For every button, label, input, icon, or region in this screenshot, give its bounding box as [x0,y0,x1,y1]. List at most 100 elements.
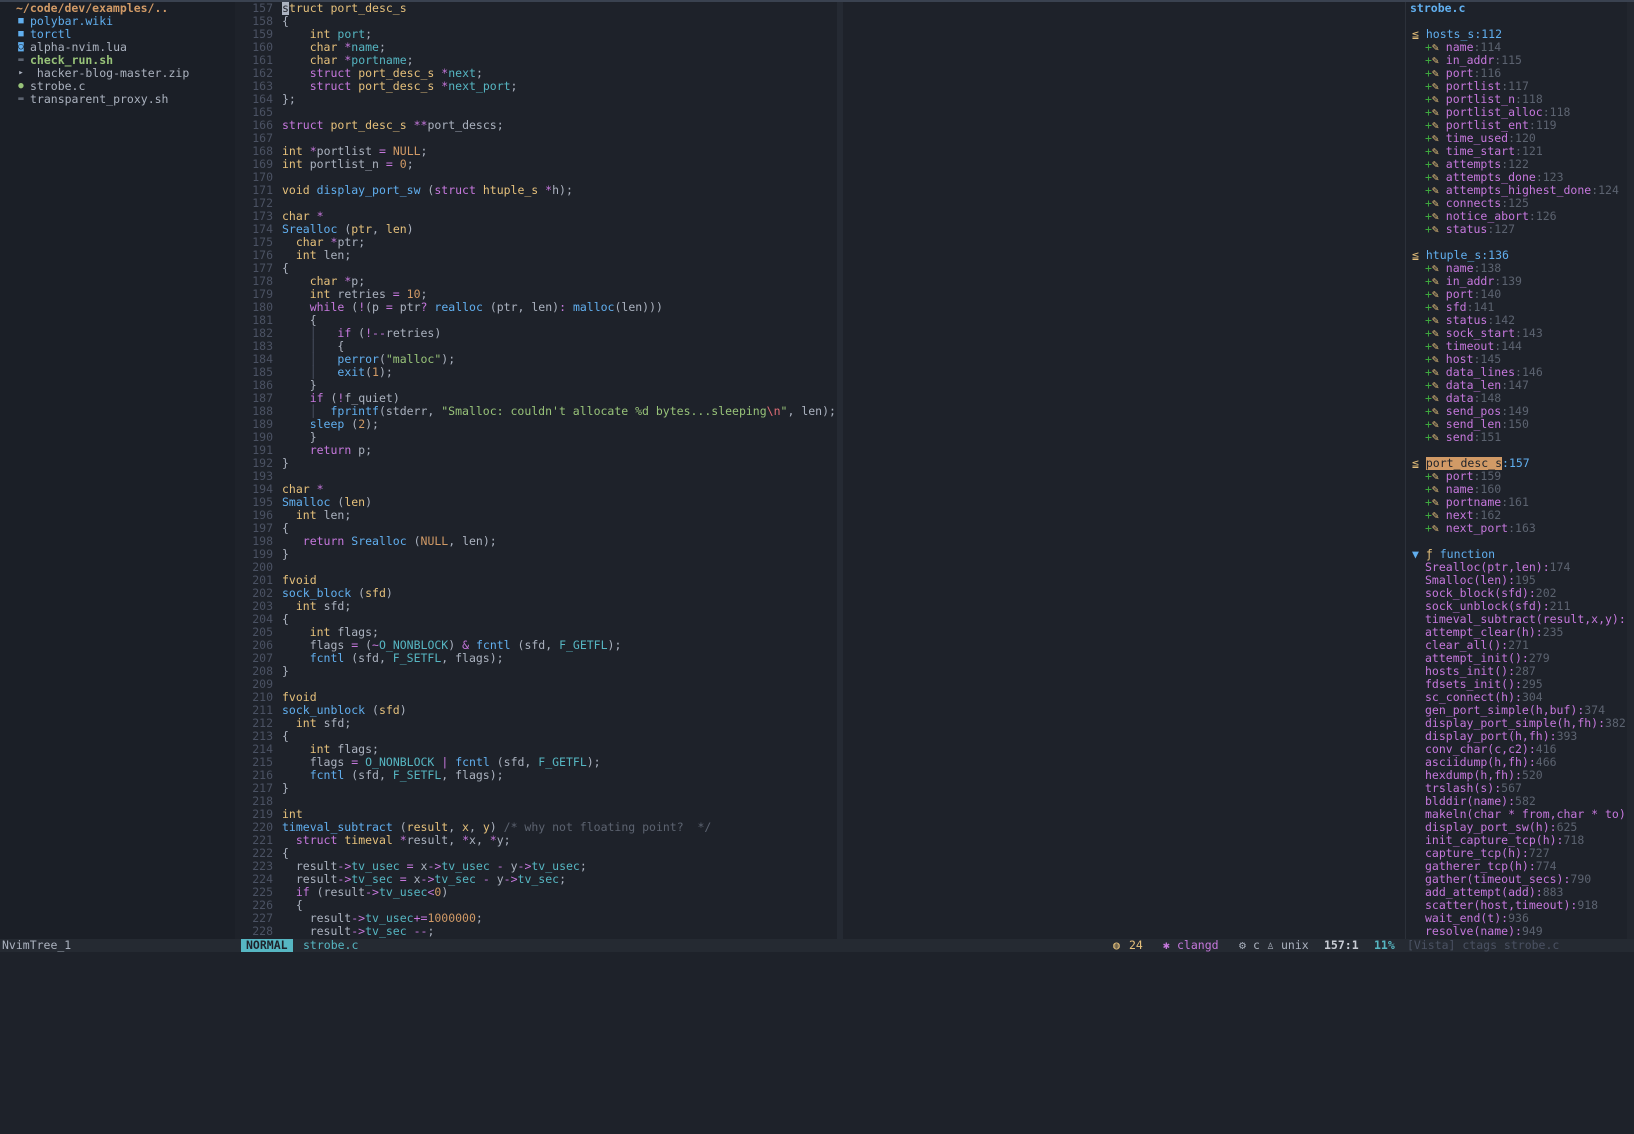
code-line[interactable]: 198 return Srealloc (NULL, len); [235,535,837,548]
code-line[interactable]: 193 [235,470,837,483]
code-line[interactable]: 171 void display_port_sw (struct htuple_s… [235,184,837,197]
vista-field[interactable]: +✎ port:159 [1406,470,1628,483]
vista-function[interactable]: timeval_subtract(result,x,y): [1406,613,1628,626]
vista-function[interactable]: capture_tcp(h):727 [1406,847,1628,860]
code-line[interactable]: 203 int sfd; [235,600,837,613]
vista-field[interactable]: +✎ portlist:117 [1406,80,1628,93]
code-line[interactable]: 212 int sfd; [235,717,837,730]
vista-function-group[interactable]: ▼ ƒ function [1406,548,1628,561]
file-tree-panel[interactable]: ~/code/dev/examples/.. ■ polybar.wiki ■ tor… [0,2,235,939]
vista-function[interactable]: conv_char(c,c2):416 [1406,743,1628,756]
command-line[interactable] [0,952,1634,965]
vista-function[interactable]: add_attempt(add):883 [1406,886,1628,899]
vista-function[interactable]: asciidump(h,fh):466 [1406,756,1628,769]
vista-field[interactable]: +✎ next_port:163 [1406,522,1628,535]
code-line[interactable]: 169 int portlist_n = 0; [235,158,837,171]
vista-field[interactable]: +✎ status:142 [1406,314,1628,327]
vista-function[interactable]: display_port_sw(h):625 [1406,821,1628,834]
vista-function[interactable]: resolve(name):949 [1406,925,1628,938]
vista-function[interactable]: Smalloc(len):195 [1406,574,1628,587]
code-line[interactable]: 199} [235,548,837,561]
vista-field[interactable]: +✎ send_pos:149 [1406,405,1628,418]
vista-struct[interactable]: ≦ hosts_s:112 [1406,28,1628,41]
vista-field[interactable]: +✎ connects:125 [1406,197,1628,210]
vista-field[interactable]: +✎ timeout:144 [1406,340,1628,353]
tree-item[interactable]: ▬ transparent_proxy.sh [0,93,235,106]
vista-function[interactable]: Srealloc(ptr,len):174 [1406,561,1628,574]
vista-function[interactable]: hexdump(h,fh):520 [1406,769,1628,782]
vista-field[interactable]: +✎ name:160 [1406,483,1628,496]
vista-function[interactable]: sock_unblock(sfd):211 [1406,600,1628,613]
vista-function[interactable]: trslash(s):567 [1406,782,1628,795]
empty-split-pane[interactable] [843,2,1405,939]
vista-function[interactable]: display_port(h,fh):393 [1406,730,1628,743]
vista-function[interactable]: display_port_simple(h,fh):382 [1406,717,1628,730]
code-line[interactable]: 207 fcntl (sfd, F_SETFL, flags); [235,652,837,665]
vista-field[interactable]: +✎ in_addr:139 [1406,275,1628,288]
vista-field[interactable]: +✎ portlist_n:118 [1406,93,1628,106]
vista-function[interactable]: scatter(host,timeout):918 [1406,899,1628,912]
vista-field[interactable]: +✎ attempts:122 [1406,158,1628,171]
code-line[interactable]: 225 if (result->tv_usec<0) [235,886,837,899]
diagnostics-count[interactable]: 24 [1129,939,1143,952]
code-line[interactable]: 164}; [235,93,837,106]
vista-function[interactable]: gatherer_tcp(h):774 [1406,860,1628,873]
code-line[interactable]: 185 │ exit(1); [235,366,837,379]
code-line[interactable]: 200 [235,561,837,574]
code-line[interactable]: 196 int len; [235,509,837,522]
code-line[interactable]: 208} [235,665,837,678]
vista-field[interactable]: +✎ sock_start:143 [1406,327,1628,340]
vista-field[interactable]: +✎ time_used:120 [1406,132,1628,145]
vista-field[interactable]: +✎ name:114 [1406,41,1628,54]
vista-field[interactable]: +✎ name:138 [1406,262,1628,275]
vista-function[interactable]: blddir(name):582 [1406,795,1628,808]
vista-field[interactable]: +✎ next:162 [1406,509,1628,522]
vista-field[interactable]: +✎ port:140 [1406,288,1628,301]
vista-function[interactable]: attempt_init():279 [1406,652,1628,665]
vista-function[interactable]: gather(timeout_secs):790 [1406,873,1628,886]
vista-field[interactable]: +✎ port:116 [1406,67,1628,80]
vista-field[interactable]: +✎ notice_abort:126 [1406,210,1628,223]
vista-field[interactable]: +✎ portlist_ent:119 [1406,119,1628,132]
code-line[interactable]: 217} [235,782,837,795]
code-editor[interactable]: 157 struct port_desc_s 158{159 int port; 16… [235,2,837,939]
vista-field[interactable]: +✎ attempts_done:123 [1406,171,1628,184]
code-line[interactable]: 176 int len; [235,249,837,262]
code-line[interactable]: 172 [235,197,837,210]
vista-field[interactable]: +✎ host:145 [1406,353,1628,366]
code-line[interactable]: 191 return p; [235,444,837,457]
vista-field[interactable]: +✎ portname:161 [1406,496,1628,509]
vista-field[interactable]: +✎ in_addr:115 [1406,54,1628,67]
vista-function[interactable]: makeln(char * from,char * to): [1406,808,1628,821]
code-line[interactable]: 192} [235,457,837,470]
vista-function[interactable]: sc_connect(h):304 [1406,691,1628,704]
vista-function[interactable]: init_capture_tcp(h):718 [1406,834,1628,847]
code-line[interactable]: 209 [235,678,837,691]
vista-function[interactable]: wait_end(t):936 [1406,912,1628,925]
code-line[interactable]: 166 struct port_desc_s **port_descs; [235,119,837,132]
vista-function[interactable]: hosts_init():287 [1406,665,1628,678]
vista-field[interactable]: +✎ data_len:147 [1406,379,1628,392]
code-line[interactable]: 228 result->tv_sec --; [235,925,837,938]
vista-function[interactable]: clear_all():271 [1406,639,1628,652]
code-line[interactable]: 216 fcntl (sfd, F_SETFL, flags); [235,769,837,782]
code-line[interactable]: 157 struct port_desc_s [235,2,837,15]
vista-field[interactable]: +✎ portlist_alloc:118 [1406,106,1628,119]
vista-struct[interactable]: ≦ port_desc_s:157 [1406,457,1628,470]
vista-outline-panel[interactable]: strobe.c ≦ hosts_s:112 +✎ name:114 +✎ in_a… [1405,2,1628,939]
vista-function[interactable]: fdsets_init():295 [1406,678,1628,691]
code-line[interactable]: 163 struct port_desc_s *next_port; [235,80,837,93]
code-line[interactable]: 180 while (!(p = ptr? realloc (ptr, len)… [235,301,837,314]
vista-function[interactable]: sock_block(sfd):202 [1406,587,1628,600]
vista-function[interactable]: attempt_clear(h):235 [1406,626,1628,639]
vista-field[interactable]: +✎ send:151 [1406,431,1628,444]
vista-field[interactable]: +✎ sfd:141 [1406,301,1628,314]
vista-field[interactable]: +✎ data:148 [1406,392,1628,405]
vista-field[interactable]: +✎ status:127 [1406,223,1628,236]
vista-field[interactable]: +✎ data_lines:146 [1406,366,1628,379]
vista-struct[interactable]: ≦ htuple_s:136 [1406,249,1628,262]
code-line[interactable]: 218 [235,795,837,808]
vista-scrollbar[interactable] [1627,2,1634,939]
vista-field[interactable]: +✎ time_start:121 [1406,145,1628,158]
code-line[interactable]: 189 sleep (2); [235,418,837,431]
